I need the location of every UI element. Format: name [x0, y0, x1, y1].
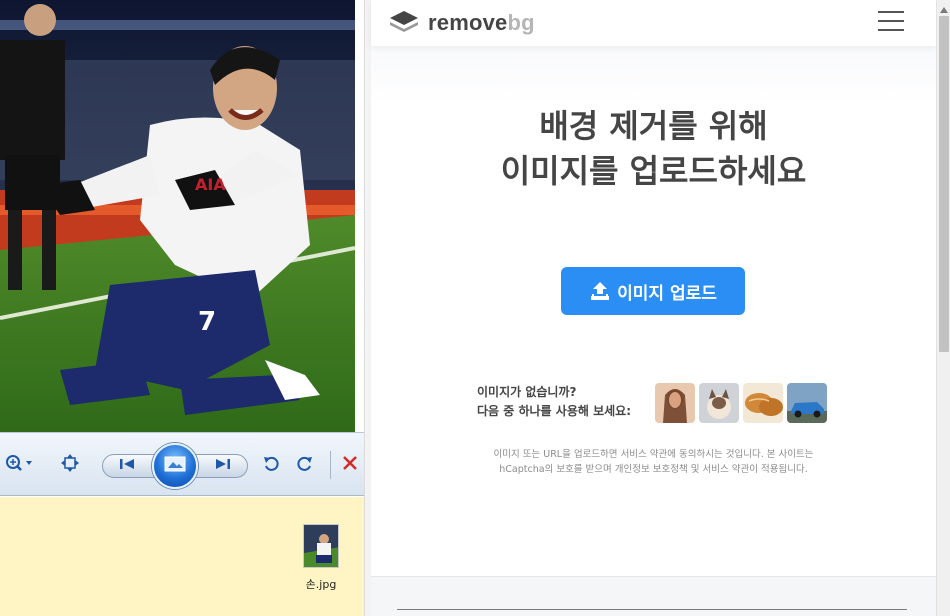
- hamburger-line: [878, 29, 904, 31]
- delete-button[interactable]: [338, 454, 362, 476]
- window-divider: [364, 0, 371, 616]
- toolbar-separator: [330, 451, 331, 479]
- page-footer: [371, 576, 936, 616]
- hamburger-menu-icon: [878, 11, 904, 13]
- sample-image-woman[interactable]: [655, 383, 695, 423]
- samples-line-1: 이미지가 없습니까?: [477, 385, 577, 399]
- upload-button-label: 이미지 업로드: [617, 283, 717, 304]
- jpg-file-thumbnail-icon[interactable]: [303, 524, 339, 568]
- soccer-player-photo: 7 AIA: [0, 0, 355, 432]
- terms-line-2: hCaptcha의 보호를 받으며 개인정보 보호정책 및 서비스 약관이 적용…: [499, 464, 808, 475]
- samples-line-2: 다음 중 하나를 사용해 보세요:: [477, 404, 631, 418]
- sample-images-section: 이미지가 없습니까? 다음 중 하나를 사용해 보세요:: [477, 383, 837, 425]
- upload-image-button[interactable]: 이미지 업로드: [561, 267, 745, 315]
- previous-icon: [118, 456, 136, 475]
- rotate-ccw-icon: [262, 454, 280, 476]
- desktop-background: 손.jpg: [0, 497, 364, 616]
- previous-button[interactable]: [112, 454, 142, 476]
- next-icon: [214, 456, 232, 475]
- slideshow-button[interactable]: [152, 443, 198, 489]
- removebg-page: removebg 배경 제거를 위해 이미지를 업로드하세요 이미지 업로드 이…: [371, 0, 936, 616]
- actual-size-button[interactable]: [58, 454, 82, 476]
- viewer-toolbar: [0, 432, 364, 496]
- rotate-cw-icon: [296, 454, 314, 476]
- file-name-label[interactable]: 손.jpg: [296, 576, 346, 592]
- vertical-scrollbar[interactable]: [936, 0, 950, 616]
- photo-viewer-window: 7 AIA 손.jpg: [0, 0, 364, 616]
- logo-wordmark: removebg: [428, 10, 535, 36]
- headline-line-1: 배경 제거를 위해: [539, 107, 768, 145]
- rotate-clockwise-button[interactable]: [294, 454, 316, 476]
- hamburger-menu-button[interactable]: [878, 11, 904, 33]
- svg-text:AIA: AIA: [195, 175, 226, 194]
- layers-logo-icon: [388, 8, 420, 38]
- samples-prompt: 이미지가 없습니까? 다음 중 하나를 사용해 보세요:: [477, 383, 631, 421]
- terms-line-1: 이미지 또는 URL을 업로드하면 서비스 약관에 동의하시는 것입니다. 본 …: [493, 449, 814, 460]
- rotate-counterclockwise-button[interactable]: [260, 454, 282, 476]
- next-button[interactable]: [208, 454, 238, 476]
- page-headline: 배경 제거를 위해 이미지를 업로드하세요: [371, 104, 936, 194]
- actual-size-icon: [60, 454, 80, 476]
- delete-x-icon: [342, 455, 358, 475]
- scroll-up-button[interactable]: [937, 0, 950, 14]
- sample-image-cat[interactable]: [699, 383, 739, 423]
- sample-image-car[interactable]: [787, 383, 827, 423]
- zoom-button[interactable]: [2, 454, 36, 476]
- removebg-logo[interactable]: removebg: [388, 8, 535, 38]
- headline-line-2: 이미지를 업로드하세요: [500, 152, 807, 190]
- logo-main-text: remove: [428, 10, 508, 35]
- hamburger-line: [878, 20, 904, 22]
- chevron-up-icon: [940, 0, 948, 17]
- svg-text:7: 7: [198, 307, 216, 337]
- top-navbar: removebg: [371, 0, 936, 46]
- viewer-margin: [355, 0, 364, 432]
- scrollbar-thumb[interactable]: [939, 16, 949, 352]
- terms-notice: 이미지 또는 URL을 업로드하면 서비스 약관에 동의하시는 것입니다. 본 …: [371, 447, 936, 477]
- footer-divider: [397, 609, 907, 610]
- sample-image-bread[interactable]: [743, 383, 783, 423]
- slideshow-icon: [164, 455, 186, 477]
- magnifier-zoom-icon: [4, 454, 34, 476]
- logo-accent-text: bg: [507, 10, 535, 35]
- upload-icon: [591, 282, 610, 300]
